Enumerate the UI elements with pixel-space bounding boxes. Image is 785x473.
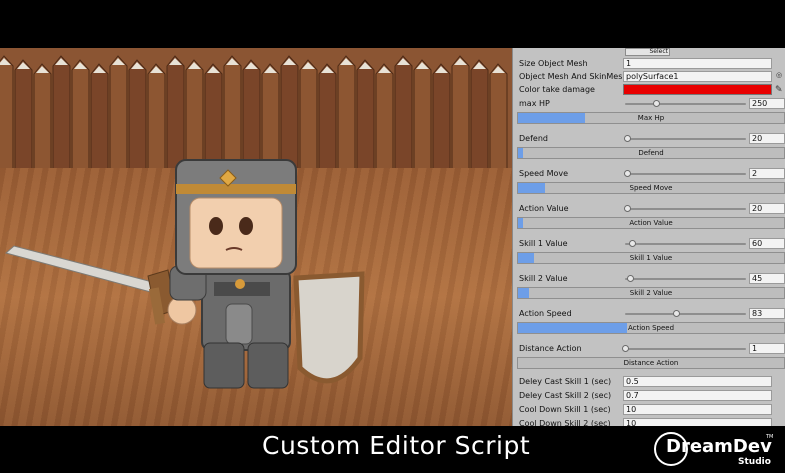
stat-progress-bar: Max Hp [517,112,785,124]
stat-row: Skill 1 Value 60 [513,238,785,250]
select-button[interactable]: Select [625,48,670,56]
stat-slider[interactable] [624,135,746,142]
stat-slider[interactable] [624,205,746,212]
stat-progress-bar: Action Speed [517,322,785,334]
progress-label: Max Hp [637,114,665,122]
timing-label: Deley Cast Skill 1 (sec) [519,377,612,386]
size-object-mesh-row: Size Object Mesh 1 [513,58,785,70]
timing-label: Cool Down Skill 2 (sec) [519,419,611,426]
timing-field[interactable]: 0.7 [623,390,772,401]
stat-slider[interactable] [625,310,746,317]
timing-row: Cool Down Skill 2 (sec) 10 [513,418,785,426]
stat-slider[interactable] [622,345,746,352]
stat-row: Defend 20 [513,133,785,145]
stat-label: max HP [519,99,550,108]
video-caption: Custom Editor Script [262,431,531,460]
stat-row: Skill 2 Value 45 [513,273,785,285]
progress-label: Defend [638,149,664,157]
slider-thumb[interactable] [624,205,632,212]
stat-label: Defend [519,134,548,143]
stat-progress-bar: Defend [517,147,785,159]
progress-label: Action Value [629,219,673,227]
slider-thumb[interactable] [653,100,661,107]
stat-progress-bar: Skill 1 Value [517,252,785,264]
stat-row: Distance Action 1 [513,343,785,355]
stat-label: Speed Move [519,169,569,178]
stat-value-field[interactable]: 83 [749,308,785,319]
timing-field[interactable]: 10 [623,404,772,415]
slider-thumb[interactable] [672,310,680,317]
stat-progress-bar: Action Value [517,217,785,229]
progress-label: Skill 2 Value [629,289,673,297]
stat-label: Action Speed [519,309,572,318]
size-object-mesh-label: Size Object Mesh [519,59,588,68]
progress-label: Distance Action [623,359,679,367]
stat-value-field[interactable]: 20 [749,203,785,214]
stat-label: Distance Action [519,344,582,353]
eyedropper-icon[interactable]: ✎ [775,85,783,95]
stat-slider[interactable] [624,170,746,177]
timing-field[interactable]: 10 [623,418,772,426]
timing-row: Cool Down Skill 1 (sec) 10 [513,404,785,416]
progress-label: Action Speed [627,324,675,332]
knight-character [4,159,365,389]
logo-name: DreamDev [666,436,772,457]
stat-slider[interactable] [625,100,746,107]
timing-row: Deley Cast Skill 1 (sec) 0.5 [513,376,785,388]
timing-row: Deley Cast Skill 2 (sec) 0.7 [513,390,785,402]
color-take-damage-swatch[interactable] [623,84,772,95]
stat-row: Speed Move 2 [513,168,785,180]
stat-value-field[interactable]: 45 [749,273,785,284]
dreamdev-logo: DreamDev TM Studio [654,430,774,470]
stat-value-field[interactable]: 1 [749,343,785,354]
stat-progress-bar: Skill 2 Value [517,287,785,299]
inspector-panel: Select Size Object Mesh 1 Object Mesh An… [512,48,785,426]
color-take-damage-row: Color take damage ✎ [513,84,785,96]
stat-value-field[interactable]: 2 [749,168,785,179]
stat-progress-bar: Speed Move [517,182,785,194]
timing-label: Cool Down Skill 1 (sec) [519,405,611,414]
stat-row: Action Value 20 [513,203,785,215]
slider-thumb[interactable] [622,345,629,352]
stat-label: Skill 2 Value [519,274,568,283]
slider-thumb[interactable] [626,275,634,282]
stat-slider[interactable] [625,275,746,282]
stat-row: Action Speed 83 [513,308,785,320]
game-viewport[interactable] [0,48,512,426]
stat-slider[interactable] [625,240,746,247]
progress-label: Speed Move [629,184,673,192]
progress-label: Skill 1 Value [629,254,673,262]
slider-thumb[interactable] [624,135,632,142]
top-letterbox [0,0,785,48]
stat-value-field[interactable]: 250 [749,98,785,109]
slider-thumb[interactable] [629,240,637,247]
object-mesh-row: Object Mesh And SkinMes polySurface1 ◎ [513,71,785,83]
stat-label: Action Value [519,204,569,213]
logo-subtitle: Studio [738,457,771,467]
size-object-mesh-field[interactable]: 1 [623,58,772,69]
object-mesh-label: Object Mesh And SkinMes [519,72,623,81]
stat-progress-bar: Distance Action [517,357,785,369]
timing-field[interactable]: 0.5 [623,376,772,387]
object-picker-icon[interactable]: ◎ [776,71,782,79]
stat-label: Skill 1 Value [519,239,568,248]
color-take-damage-label: Color take damage [519,85,595,94]
slider-thumb[interactable] [624,170,632,177]
stat-value-field[interactable]: 20 [749,133,785,144]
stat-value-field[interactable]: 60 [749,238,785,249]
stat-row: max HP 250 [513,98,785,110]
timing-label: Deley Cast Skill 2 (sec) [519,391,612,400]
logo-trademark: TM [766,434,774,440]
object-mesh-field[interactable]: polySurface1 [623,71,772,82]
